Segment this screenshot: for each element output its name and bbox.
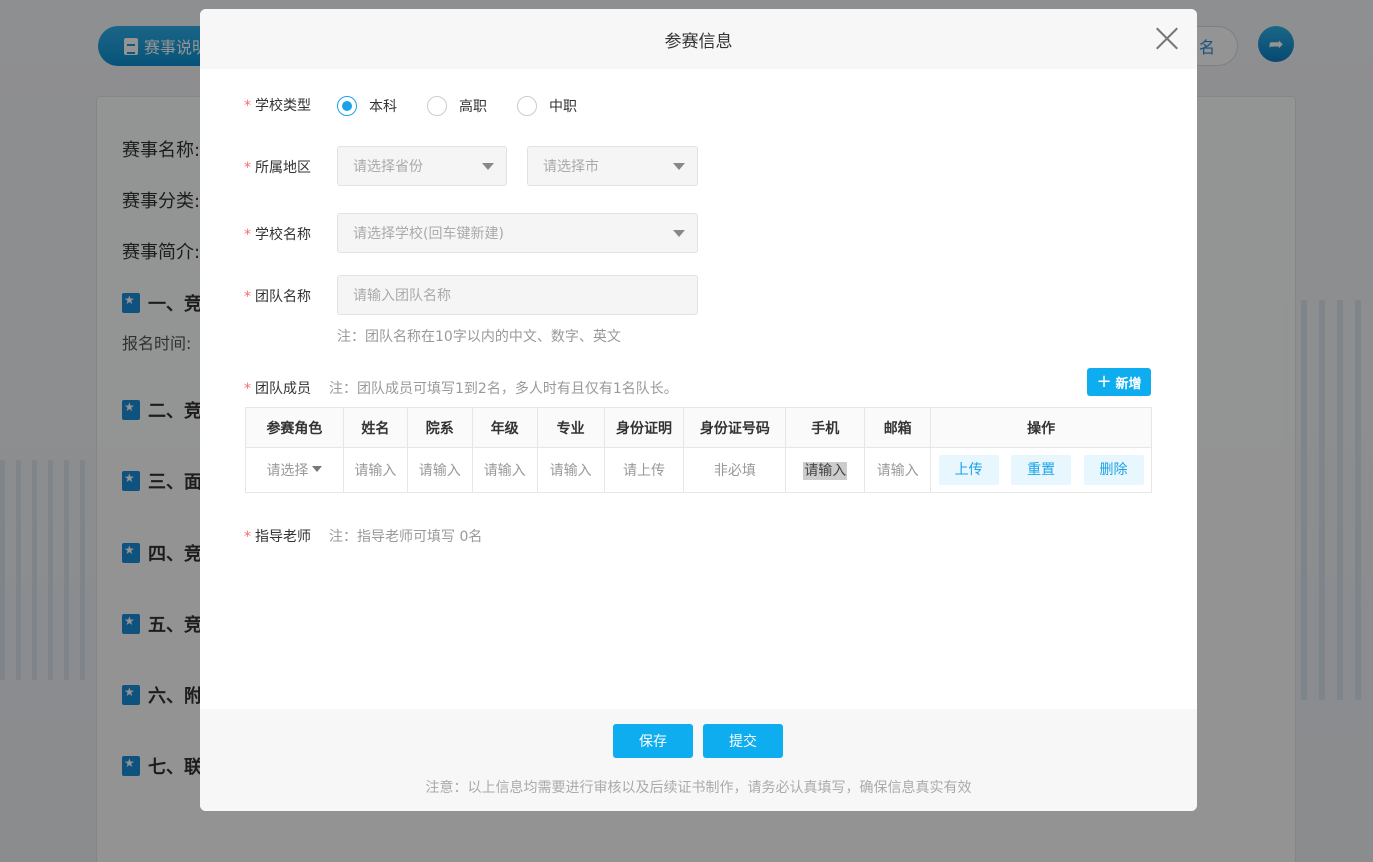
column-header: 参赛角色 [245,407,344,448]
column-header: 身份证明 [603,407,685,448]
column-header: 身份证号码 [683,407,787,448]
column-header: 操作 [930,407,1152,448]
radio-secondary-vocational[interactable]: 中职 [517,96,577,116]
modal-footer: 保存 提交 注意：以上信息均需要进行审核以及后续证书制作，请务必认真填写，确保信… [200,709,1197,811]
radio-unchecked-icon [427,96,447,116]
table-header-row: 参赛角色 姓名 院系 年级 专业 身份证明 身份证号码 手机 邮箱 操作 [245,407,1152,448]
province-select[interactable]: 请选择省份 [337,146,507,186]
team-name-note: 注：团队名称在10字以内的中文、数字、英文 [337,329,621,345]
upload-button[interactable]: 上传 [938,455,999,485]
name-input-cell[interactable]: 请输入 [342,447,408,493]
advisor-note: 注：指导老师可填写 0名 [329,529,483,545]
registration-modal: 参赛信息 * 学校类型 本科 高职 中职 * 所属地区 请选择省份 请选择市 * 学校… [200,9,1197,811]
table-row: 请选择 请输入 请输入 请输入 请输入 请上传 非必填 请输入 请输入 上传 重… [245,447,1152,493]
department-input-cell[interactable]: 请输入 [406,447,473,493]
caret-down-icon [482,163,494,170]
caret-down-icon [673,163,685,170]
major-input-cell[interactable]: 请输入 [536,447,605,493]
column-header: 姓名 [342,407,408,448]
members-table: 参赛角色 姓名 院系 年级 专业 身份证明 身份证号码 手机 邮箱 操作 请选择… [245,407,1152,493]
caret-down-icon [673,230,685,237]
role-select-cell[interactable]: 请选择 [245,447,344,493]
school-select[interactable]: 请选择学校(回车键新建) [337,213,698,253]
radio-unchecked-icon [517,96,537,116]
advisor-label: * 指导老师 [244,529,311,545]
plus-icon: + [1096,371,1112,392]
team-members-label: * 团队成员 [244,381,311,397]
email-input-cell[interactable]: 请输入 [864,447,932,493]
close-icon[interactable] [1156,27,1178,49]
team-members-note: 注：团队成员可填写1到2名，多人时有且仅有1名队长。 [329,381,678,397]
column-header: 院系 [406,407,473,448]
school-type-label: * 学校类型 [244,98,311,114]
radio-checked-icon [337,96,357,116]
id-number-input-cell[interactable]: 非必填 [683,447,787,493]
school-type-radio-group: 本科 高职 中职 [337,96,607,116]
school-name-label: * 学校名称 [244,227,311,243]
column-header: 邮箱 [864,407,932,448]
radio-vocational-college[interactable]: 高职 [427,96,487,116]
column-header: 年级 [471,407,538,448]
add-member-button[interactable]: + 新增 [1087,368,1151,396]
team-name-label: * 团队名称 [244,289,311,305]
delete-button[interactable]: 删除 [1083,455,1144,485]
actions-cell: 上传 重置 删除 [930,447,1152,493]
modal-header: 参赛信息 [200,9,1197,69]
city-select[interactable]: 请选择市 [527,146,698,186]
grade-input-cell[interactable]: 请输入 [471,447,538,493]
id-proof-cell[interactable]: 请上传 [603,447,685,493]
modal-title: 参赛信息 [664,31,733,52]
column-header: 专业 [536,407,605,448]
caret-down-icon [312,466,323,472]
region-label: * 所属地区 [244,160,311,176]
column-header: 手机 [785,407,866,448]
save-button[interactable]: 保存 [613,724,693,758]
phone-input-cell[interactable]: 请输入 [785,447,866,493]
team-name-input[interactable]: 请输入团队名称 [337,275,698,315]
footer-note: 注意：以上信息均需要进行审核以及后续证书制作，请务必认真填写，确保信息真实有效 [425,780,972,796]
radio-undergraduate[interactable]: 本科 [337,96,397,116]
submit-button[interactable]: 提交 [703,724,783,758]
reset-button[interactable]: 重置 [1011,455,1072,485]
